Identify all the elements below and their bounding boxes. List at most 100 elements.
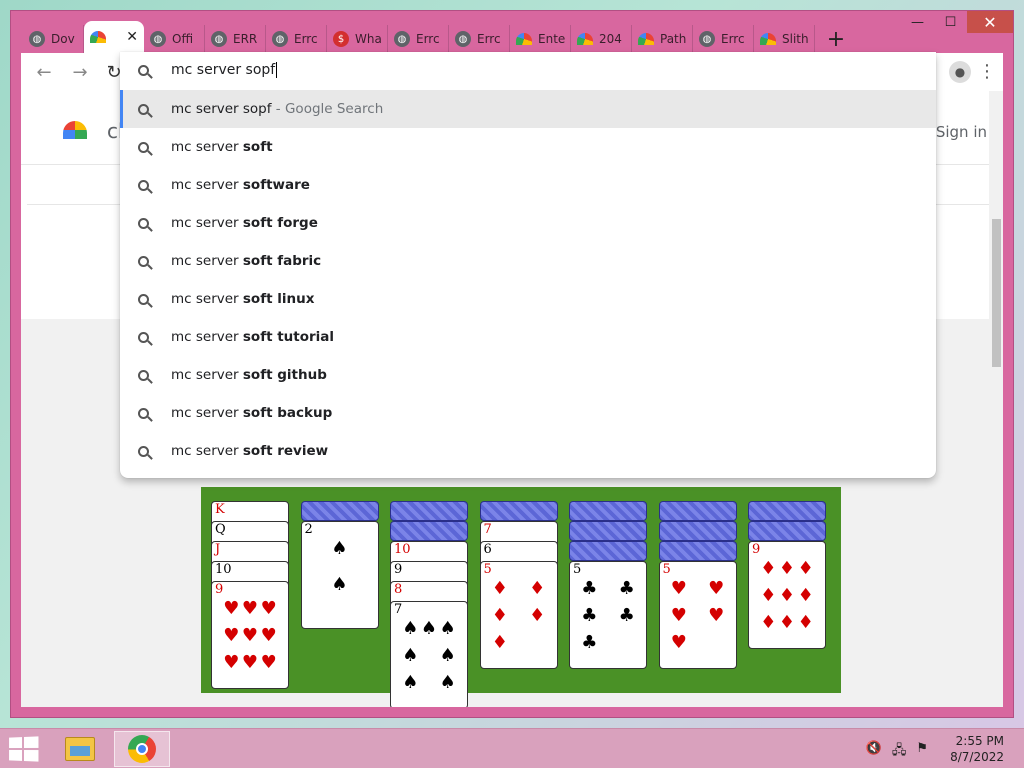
face-down-card[interactable] [658,541,737,561]
horizontal-scrollbar[interactable] [21,693,989,707]
search-icon [138,407,149,419]
tab[interactable]: ◍ Errc [266,25,327,53]
suit-pip: ♦ [760,585,777,606]
suit-pip: ♥ [223,625,240,646]
vertical-scrollbar[interactable] [989,91,1003,707]
suit-pip [688,634,707,652]
suit-pip: ♥ [708,605,725,626]
search-icon [138,217,149,229]
action-center-flag-icon[interactable]: ⚑ [916,741,928,763]
back-button[interactable]: ← [33,61,55,83]
close-window-button[interactable]: ✕ [967,11,1013,33]
suggestion-item[interactable]: mc server soft github [120,356,936,394]
face-down-card[interactable] [569,501,647,521]
suit-pip: ♣ [581,632,598,653]
suit-pip: ♦ [797,612,814,633]
taskbar-file-explorer[interactable] [52,731,108,767]
suit-pip [599,607,618,625]
playing-card[interactable]: 9 ♥ ♥ ♥ ♥ ♥ ♥ ♥ ♥ ♥ [211,581,289,689]
suit-pip: ♥ [670,578,687,599]
playing-card[interactable]: 7 ♠ ♠ ♠ ♠ ♠ ♠ ♠ [390,601,468,707]
suggestion-completion: soft review [242,443,329,459]
tab[interactable]: ◍ Errc [388,25,449,53]
maximize-button[interactable]: ☐ [934,11,967,33]
volume-muted-icon[interactable]: 🔇 [866,741,882,763]
playing-card[interactable]: 5 ♣ ♣ ♣ ♣ ♣ [569,561,647,669]
suggestion-item[interactable]: mc server soft fabric [120,242,936,280]
tab-strip: ◍ Dov ✕ ◍ Offi ◍ ERR ◍ Errc $ Wha ◍ Errc ◍ Errc Ente 204… [23,21,851,53]
forward-button[interactable]: → [69,61,91,83]
suit-pip [509,580,528,598]
minimize-button[interactable]: — [901,11,934,33]
new-tab-button[interactable]: + [821,25,851,53]
taskbar-chrome[interactable] [114,731,170,767]
suggestion-item[interactable]: mc server software [120,166,936,204]
tab[interactable]: ◍ Dov [23,25,84,53]
card-rank: K [215,502,225,517]
start-button[interactable] [9,736,39,762]
suit-pip: ♠ [402,645,419,666]
suggestion-item[interactable]: mc server soft [120,128,936,166]
playing-card[interactable]: 9 ♦ ♦ ♦ ♦ ♦ ♦ ♦ ♦ ♦ [748,541,826,649]
face-down-card[interactable] [479,501,558,521]
face-down-card[interactable] [390,521,468,541]
tab[interactable]: ◍ ERR [205,25,266,53]
suit-pip: ♦ [529,605,546,626]
card-suit-pips: ♠ ♠ [312,540,368,612]
close-tab-icon[interactable]: ✕ [126,29,138,45]
face-down-card[interactable] [569,541,647,561]
scrollbar-thumb[interactable] [992,219,1001,367]
profile-icon[interactable]: ● [949,61,971,83]
tab[interactable]: Path [632,25,693,53]
tab[interactable]: Slith [754,25,815,53]
site-logo-icon[interactable] [63,121,87,139]
omnibox-text[interactable]: mc server sopf [171,62,275,78]
card-rank: 10 [215,562,232,577]
suggestion-item[interactable]: mc server sopf - Google Search [120,90,936,128]
suit-pip [528,634,547,652]
card-rank: 9 [752,542,761,557]
face-down-card[interactable] [748,501,826,521]
card-rank: Q [215,522,226,537]
sign-in-link[interactable]: Sign in [936,123,987,141]
playing-card[interactable]: 5 ♦ ♦ ♦ ♦ ♦ [479,561,558,669]
tab[interactable]: 204 [571,25,632,53]
suggestion-item[interactable]: mc server soft review [120,432,936,470]
tab[interactable]: $ Wha [327,25,388,53]
playing-card[interactable]: 5 ♥ ♥ ♥ ♥ ♥ [658,561,737,669]
network-icon[interactable]: 🖧 [892,741,907,763]
suggestion-prefix: mc server [171,177,243,193]
tab[interactable]: ◍ Errc [449,25,510,53]
suggestion-prefix: mc server sopf [171,101,272,117]
face-down-card[interactable] [300,501,379,521]
face-down-card[interactable] [569,521,647,541]
card-rank: 5 [573,562,582,577]
site-logo-icon [638,33,654,45]
suggestion-completion: soft linux [242,291,315,307]
playing-card[interactable]: 2 ♠ ♠ [300,521,379,629]
suit-pip: ♦ [491,578,508,599]
omnibox[interactable]: mc server sopf [120,52,936,88]
face-down-card[interactable] [658,521,737,541]
tab-title: Slith [782,32,809,46]
suggestion-item[interactable]: mc server soft tutorial [120,318,936,356]
suggestion-item[interactable]: mc server soft linux [120,280,936,318]
search-icon [138,179,149,191]
suggestion-item[interactable]: mc server soft forge [120,204,936,242]
tab[interactable]: ◍ Errc [693,25,754,53]
tab[interactable]: ◍ Offi [144,25,205,53]
tab-title: Path [660,32,687,46]
suggestion-text: mc server soft backup [171,405,332,421]
suggestion-item[interactable]: mc server soft backup [120,394,936,432]
card-suit-pips: ♥ ♥ ♥ ♥ ♥ ♥ ♥ ♥ ♥ [222,600,278,672]
face-down-card[interactable] [658,501,737,521]
solitaire-board[interactable]: K Q J 10 9 ♥ ♥ ♥ ♥ ♥ ♥ ♥ ♥ ♥ 2 ♠ ♠ 10 9 8 7 ♠ ♠ ♠ ♠ ♠ ♠ ♠ 7 6 5 ♦ ♦ ♦ ♦ ♦ 5 ♣… [201,487,841,707]
face-down-card[interactable] [390,501,468,521]
face-down-card[interactable] [748,521,826,541]
menu-kebab-icon[interactable]: ⋮ [977,59,997,83]
tab-title: Dov [51,32,75,46]
clock[interactable]: 2:55 PM 8/7/2022 [950,733,1004,765]
tab[interactable]: Ente [510,25,571,53]
tab-active[interactable]: ✕ [84,21,144,53]
suit-pip: ♥ [241,652,259,673]
